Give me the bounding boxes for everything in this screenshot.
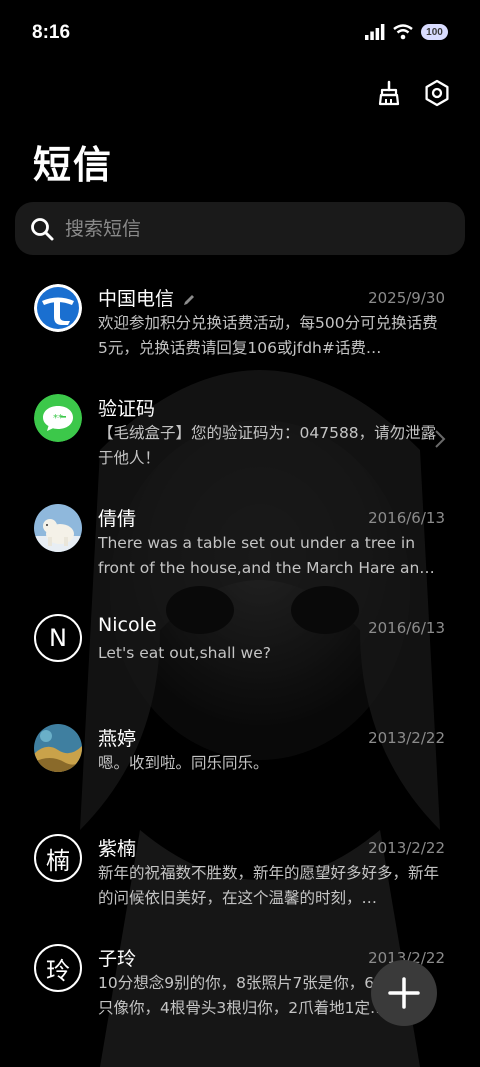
- conversation-date: 2025/9/30: [368, 289, 445, 307]
- broom-icon: [378, 80, 400, 106]
- new-message-button[interactable]: [371, 960, 437, 1026]
- letter-avatar: 楠: [34, 834, 82, 882]
- letter-avatar: N: [34, 614, 82, 662]
- conversation-list: 中国电信 2025/9/30 欢迎参加积分兑换话费活动，每500分可兑换话费5元…: [0, 275, 480, 1045]
- svg-text:**: **: [53, 413, 63, 424]
- wifi-icon: [393, 24, 413, 40]
- search-icon: [31, 217, 54, 240]
- landscape-avatar: [34, 724, 82, 772]
- conversation-preview: 欢迎参加积分兑换话费活动，每500分可兑换话费5元，兑换话费请回复106或jfd…: [98, 314, 438, 357]
- status-time: 8:16: [32, 22, 71, 43]
- conversation-date: 2016/6/13: [368, 619, 445, 637]
- conversation-name: 燕婷: [98, 728, 137, 750]
- signal-icon: [365, 24, 385, 40]
- gear-icon: [425, 79, 449, 107]
- conversation-item[interactable]: 倩倩 2016/6/13 There was a table set out u…: [0, 495, 480, 605]
- conversation-date: 2013/2/22: [368, 839, 445, 857]
- conversation-preview: Let's eat out,shall we?: [98, 644, 271, 662]
- plus-icon: [388, 977, 420, 1009]
- sms-avatar: **: [34, 394, 82, 442]
- clean-button[interactable]: [374, 78, 404, 108]
- polar-bear-avatar: [34, 504, 82, 552]
- conversation-name: 验证码: [98, 398, 156, 420]
- china-telecom-avatar: [34, 284, 82, 332]
- conversation-item[interactable]: N Nicole 2016/6/13 Let's eat out,shall w…: [0, 605, 480, 715]
- conversation-date: 2013/2/22: [368, 729, 445, 747]
- conversation-item[interactable]: 中国电信 2025/9/30 欢迎参加积分兑换话费活动，每500分可兑换话费5元…: [0, 275, 480, 385]
- conversation-preview: 【毛绒盒子】您的验证码为：047588，请勿泄露于他人！: [98, 424, 437, 467]
- battery-indicator: 100: [421, 24, 448, 40]
- conversation-name: 紫楠: [98, 838, 137, 860]
- conversation-item[interactable]: 楠 紫楠 2013/2/22 新年的祝福数不胜数，新年的愿望好多好多，新年的问候…: [0, 825, 480, 935]
- search-bar[interactable]: [15, 202, 465, 255]
- conversation-name: 子玲: [98, 948, 137, 970]
- conversation-name-text: 中国电信: [98, 288, 175, 310]
- status-icons: 100: [365, 24, 448, 40]
- conversation-preview: 嗯。收到啦。同乐同乐。: [98, 754, 269, 772]
- chevron-right-icon: [435, 430, 446, 448]
- conversation-item[interactable]: ** 验证码 【毛绒盒子】您的验证码为：047588，请勿泄露于他人！: [0, 385, 480, 495]
- conversation-item[interactable]: 燕婷 2013/2/22 嗯。收到啦。同乐同乐。: [0, 715, 480, 825]
- conversation-name: 中国电信: [98, 284, 196, 311]
- pencil-icon: [184, 294, 195, 305]
- conversation-preview: 新年的祝福数不胜数，新年的愿望好多好多，新年的问候依旧美好，在这个温馨的时刻，…: [98, 864, 440, 907]
- settings-button[interactable]: [422, 78, 452, 108]
- conversation-date: 2016/6/13: [368, 509, 445, 527]
- letter-avatar: 玲: [34, 944, 82, 992]
- status-bar: 8:16 100: [0, 0, 480, 68]
- top-actions: [374, 78, 452, 108]
- page-title: 短信: [33, 143, 114, 187]
- conversation-name: Nicole: [98, 614, 157, 636]
- search-input[interactable]: [63, 216, 427, 241]
- conversation-name: 倩倩: [98, 508, 137, 530]
- conversation-preview: There was a table set out under a tree i…: [98, 534, 435, 577]
